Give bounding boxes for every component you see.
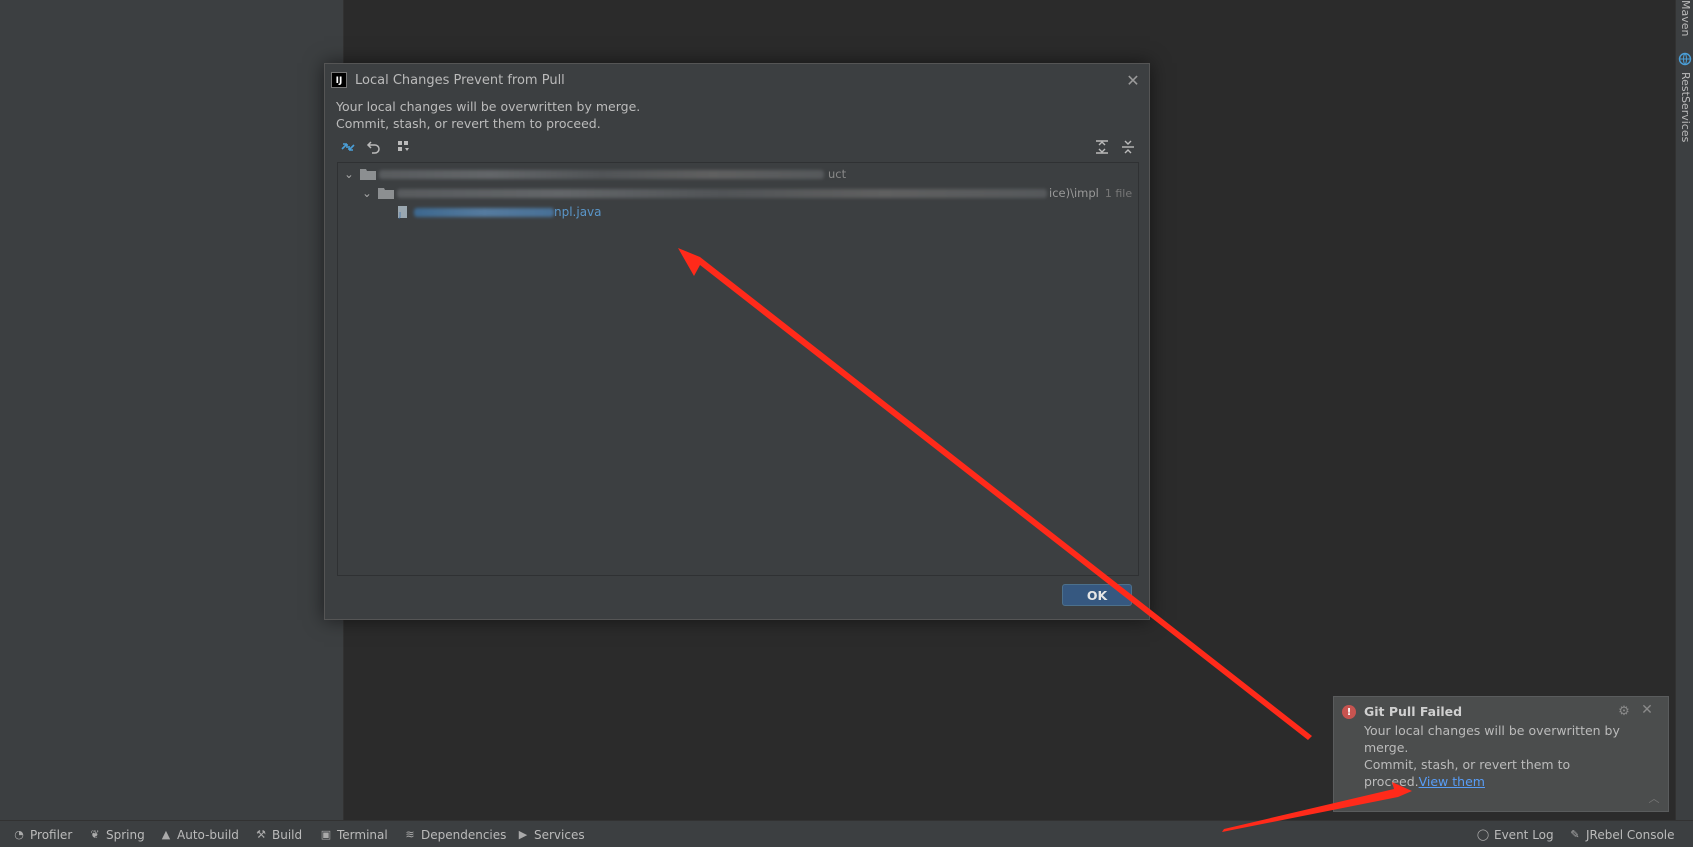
chevron-down-icon[interactable]: ⌄	[360, 186, 374, 200]
tree-root-node[interactable]: ⌄ uct	[338, 165, 1138, 183]
view-them-link[interactable]: View them	[1419, 774, 1485, 789]
terminal-icon: ▣	[320, 828, 332, 841]
gear-icon[interactable]: ⚙	[1616, 703, 1632, 719]
restservices-tab[interactable]: RestServices	[1679, 72, 1692, 142]
folder-icon	[360, 169, 376, 180]
dialog-message-line1: Your local changes will be overwritten b…	[336, 99, 641, 114]
notification-close-button[interactable]: ✕	[1639, 702, 1655, 718]
undo-icon	[366, 141, 380, 154]
chevron-down-icon[interactable]: ⌄	[342, 167, 356, 181]
spring-label: Spring	[106, 827, 145, 842]
collapse-all-icon	[1122, 140, 1134, 154]
spring-tab[interactable]: ❦ Spring	[88, 826, 145, 843]
group-by-icon	[398, 141, 409, 151]
expand-all-icon	[1096, 140, 1108, 154]
java-file-icon: J	[398, 206, 407, 219]
notification-line4-text: proceed.	[1364, 774, 1419, 789]
notification-body: Your local changes will be overwritten b…	[1364, 722, 1624, 790]
redacted-path	[379, 169, 824, 179]
show-diff-button[interactable]	[337, 136, 359, 158]
terminal-label: Terminal	[337, 827, 388, 842]
profiler-icon: ◔	[14, 828, 24, 841]
profiler-label: Profiler	[30, 827, 73, 842]
dialog-close-button[interactable]: ✕	[1123, 70, 1143, 90]
right-tool-strip: Maven RestServices	[1675, 0, 1693, 820]
git-pull-failed-notification: ! Git Pull Failed ⚙ ✕ Your local changes…	[1333, 696, 1669, 812]
tree-root-label: uct	[828, 167, 847, 181]
dependencies-tab[interactable]: ≋ Dependencies	[403, 826, 506, 843]
layers-icon: ≋	[405, 828, 415, 841]
build-label: Build	[272, 827, 303, 842]
globe-icon	[1678, 52, 1692, 66]
redacted-path	[397, 188, 1047, 198]
status-bar: ◔ Profiler ❦ Spring ▲ Auto-build ⚒ Build ▣ Te…	[0, 820, 1693, 847]
jrebel-icon: ✎	[1570, 828, 1580, 841]
diff-arrows-icon	[341, 143, 355, 151]
spring-leaf-icon: ❦	[90, 828, 100, 841]
notification-line1: Your local changes will be overwritten b…	[1364, 723, 1620, 738]
expand-all-button[interactable]	[1091, 136, 1113, 158]
group-by-button[interactable]	[393, 136, 415, 158]
build-tab[interactable]: ⚒ Build	[254, 826, 302, 843]
speech-bubble-icon: ◯	[1476, 828, 1490, 841]
services-label: Services	[534, 827, 585, 842]
dependencies-label: Dependencies	[421, 827, 507, 842]
changes-tree[interactable]: ⌄ uct ⌄ ice)\impl 1 file J npl.java	[337, 162, 1139, 576]
dialog-title: Local Changes Prevent from Pull	[355, 72, 565, 88]
jrebel-console-label: JRebel Console	[1586, 827, 1675, 842]
redacted-filename	[414, 207, 554, 217]
event-log-tab[interactable]: ◯ Event Log	[1476, 826, 1554, 843]
svg-text:J: J	[398, 211, 401, 219]
dialog-message-line2: Commit, stash, or revert them to proceed…	[336, 116, 601, 131]
changes-toolbar	[337, 136, 1137, 158]
hammer-icon: ⚒	[256, 828, 266, 841]
tree-package-label: ice)\impl	[1049, 186, 1099, 200]
rollback-button[interactable]	[363, 136, 385, 158]
folder-icon	[378, 188, 394, 199]
error-icon: !	[1342, 705, 1356, 719]
play-circle-icon: ▶	[518, 828, 528, 841]
event-log-label: Event Log	[1494, 827, 1554, 842]
notification-line4: proceed.View them	[1364, 773, 1624, 790]
maven-tab[interactable]: Maven	[1679, 0, 1692, 36]
tree-package-node[interactable]: ⌄ ice)\impl 1 file	[338, 184, 1138, 202]
profiler-tab[interactable]: ◔ Profiler	[12, 826, 72, 843]
intellij-logo-icon: IJ	[331, 72, 347, 88]
notification-line2: merge.	[1364, 740, 1409, 755]
jrebel-console-tab[interactable]: ✎ JRebel Console	[1568, 826, 1675, 843]
services-tab[interactable]: ▶ Services	[516, 826, 585, 843]
warning-icon: ▲	[161, 828, 171, 841]
ok-button[interactable]: OK	[1062, 584, 1132, 606]
collapse-all-button[interactable]	[1117, 136, 1139, 158]
tree-file-node[interactable]: J npl.java	[338, 203, 1138, 221]
dialog-title-bar: IJ Local Changes Prevent from Pull ✕	[331, 70, 1141, 90]
autobuild-label: Auto-build	[177, 827, 239, 842]
local-changes-dialog: IJ Local Changes Prevent from Pull ✕ You…	[324, 63, 1150, 620]
file-count: 1 file	[1104, 186, 1133, 200]
file-name[interactable]: npl.java	[554, 205, 602, 219]
terminal-tab[interactable]: ▣ Terminal	[319, 826, 388, 843]
chevron-up-icon[interactable]: ︿	[1647, 791, 1661, 805]
autobuild-tab[interactable]: ▲ Auto-build	[159, 826, 239, 843]
notification-line3: Commit, stash, or revert them to	[1364, 757, 1571, 772]
notification-title: Git Pull Failed	[1364, 704, 1463, 719]
project-panel	[0, 0, 344, 820]
